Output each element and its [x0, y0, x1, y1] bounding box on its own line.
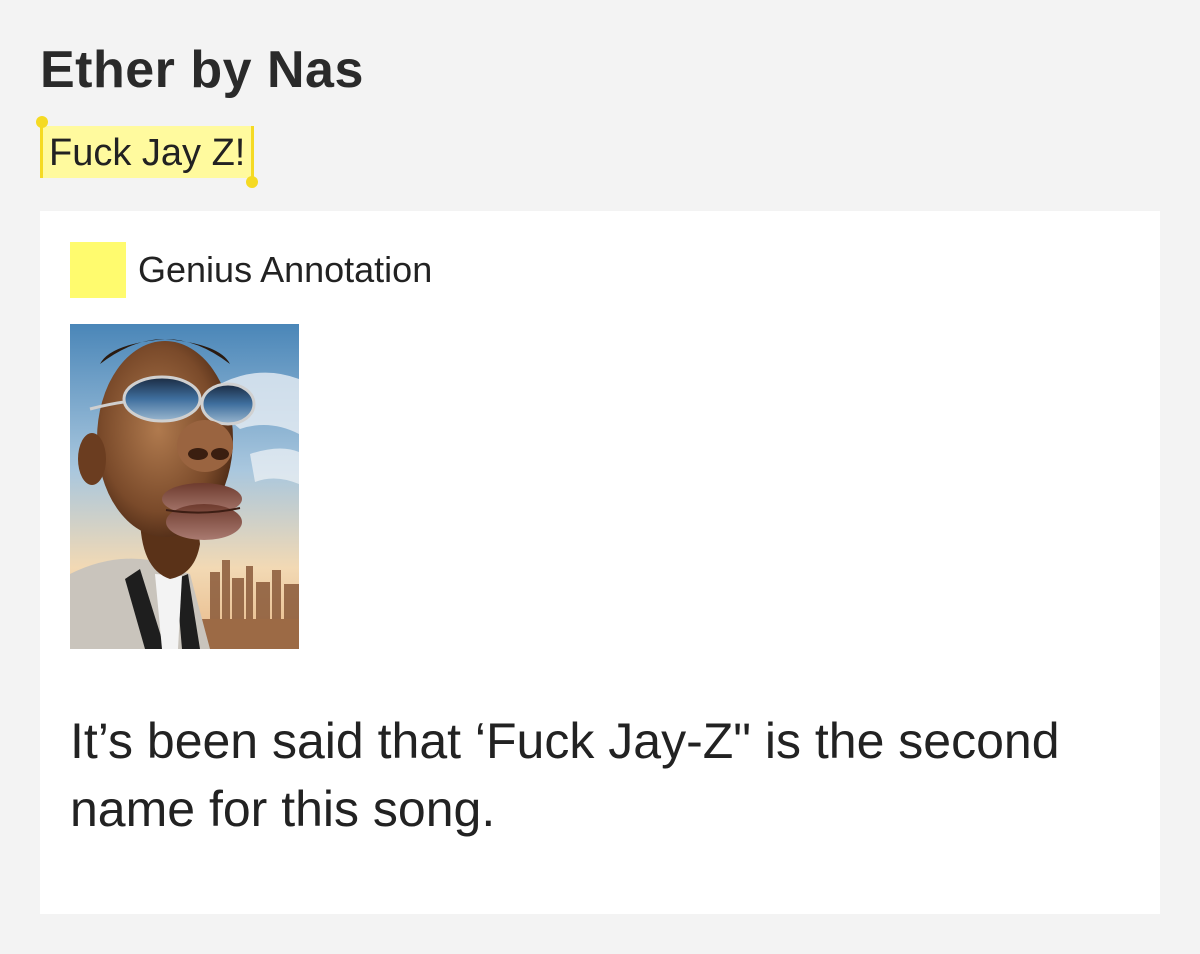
lyric-text: Fuck Jay Z!: [49, 132, 246, 174]
highlighted-lyric[interactable]: Fuck Jay Z!: [36, 116, 259, 188]
annotation-body: It’s been said that ‘Fuck Jay-Z" is the …: [70, 713, 1060, 837]
annotation-label: Genius Annotation: [138, 249, 433, 290]
annotation-header: Genius Annotation: [70, 242, 432, 298]
selection-start-handle[interactable]: [36, 116, 48, 128]
yellow-square-icon: [70, 242, 126, 298]
annotation-card: Genius Annotation It’s been said that ‘F…: [40, 211, 1160, 914]
caricature-portrait-image: [70, 324, 299, 649]
page-title: Ether by Nas: [40, 41, 364, 99]
selection-end-handle[interactable]: [246, 176, 259, 188]
lyric-line[interactable]: Fuck Jay Z!: [36, 116, 259, 188]
